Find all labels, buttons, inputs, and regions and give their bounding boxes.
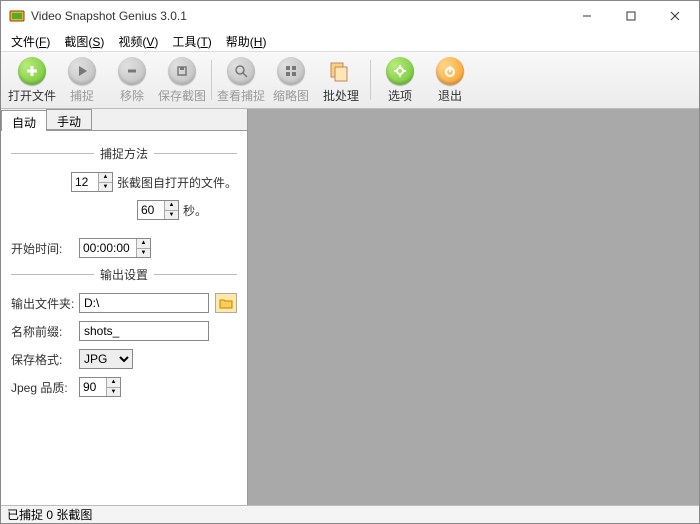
gear-icon: [386, 57, 414, 85]
spin-down[interactable]: ▼: [165, 211, 178, 220]
close-button[interactable]: [653, 2, 697, 30]
search-icon: [227, 57, 255, 85]
interval-spinner[interactable]: ▲▼: [137, 200, 179, 220]
minimize-button[interactable]: [565, 2, 609, 30]
prefix-row: 名称前缀:: [11, 321, 237, 341]
batch-icon: [327, 57, 355, 85]
preview-area: [248, 109, 699, 505]
toolbar-separator: [370, 60, 371, 100]
app-icon: [9, 8, 25, 24]
format-select[interactable]: JPG: [79, 349, 133, 369]
status-text: 已捕捉 0 张截图: [7, 506, 92, 523]
toolbar-separator: [211, 60, 212, 100]
spin-up[interactable]: ▲: [137, 239, 150, 249]
power-icon: [436, 57, 464, 85]
snapshot-count-suffix: 张截图自打开的文件。: [117, 174, 237, 191]
tab-manual[interactable]: 手动: [46, 109, 92, 130]
browse-folder-button[interactable]: [215, 293, 237, 313]
menubar: 文件(F) 截图(S) 视频(V) 工具(T) 帮助(H): [1, 31, 699, 51]
snapshot-count-spinner[interactable]: ▲▼: [71, 172, 113, 192]
content-area: 自动 手动 捕捉方法 ▲▼ 张截图自打开的文件。 ▲▼ 秒。: [1, 109, 699, 505]
window-title: Video Snapshot Genius 3.0.1: [31, 9, 565, 23]
spin-up[interactable]: ▲: [165, 201, 178, 211]
plus-icon: [18, 57, 46, 85]
maximize-button[interactable]: [609, 2, 653, 30]
menu-file[interactable]: 文件(F): [5, 31, 56, 52]
quality-label: Jpeg 品质:: [11, 379, 75, 396]
folder-icon: [219, 297, 233, 309]
thumbnails-button[interactable]: 缩略图: [266, 55, 316, 105]
statusbar: 已捕捉 0 张截图: [1, 505, 699, 523]
quality-spinner[interactable]: ▲▼: [79, 377, 121, 397]
prefix-input[interactable]: [79, 321, 209, 341]
output-folder-input[interactable]: [79, 293, 209, 313]
menu-video[interactable]: 视频(V): [112, 31, 164, 52]
save-icon: [168, 57, 196, 85]
spin-down[interactable]: ▼: [107, 388, 120, 397]
menu-tools[interactable]: 工具(T): [166, 31, 217, 52]
remove-button[interactable]: 移除: [107, 55, 157, 105]
capture-method-header: 捕捉方法: [11, 145, 237, 162]
capture-button[interactable]: 捕捉: [57, 55, 107, 105]
snapshot-count-input[interactable]: [72, 173, 98, 191]
auto-panel: 捕捉方法 ▲▼ 张截图自打开的文件。 ▲▼ 秒。 开始时间:: [1, 131, 247, 505]
spin-up[interactable]: ▲: [107, 378, 120, 388]
toolbar: 打开文件 捕捉 移除 保存截图 查看捕捉 缩略图 批处理 选项 退出: [1, 51, 699, 109]
batch-button[interactable]: 批处理: [316, 55, 366, 105]
output-header: 输出设置: [11, 266, 237, 283]
start-time-label: 开始时间:: [11, 240, 75, 257]
menu-snapshot[interactable]: 截图(S): [58, 31, 110, 52]
tab-auto[interactable]: 自动: [1, 110, 47, 131]
grid-icon: [277, 57, 305, 85]
start-time-input[interactable]: [80, 239, 136, 257]
menu-help[interactable]: 帮助(H): [220, 31, 273, 52]
spin-down[interactable]: ▼: [137, 249, 150, 258]
interval-row: ▲▼ 秒。: [11, 200, 237, 220]
open-file-button[interactable]: 打开文件: [7, 55, 57, 105]
view-capture-button[interactable]: 查看捕捉: [216, 55, 266, 105]
minus-icon: [118, 57, 146, 85]
format-label: 保存格式:: [11, 351, 75, 368]
spin-down[interactable]: ▼: [99, 183, 112, 192]
titlebar: Video Snapshot Genius 3.0.1: [1, 1, 699, 31]
exit-button[interactable]: 退出: [425, 55, 475, 105]
format-row: 保存格式: JPG: [11, 349, 237, 369]
output-folder-label: 输出文件夹:: [11, 295, 75, 312]
output-folder-row: 输出文件夹:: [11, 293, 237, 313]
sidebar-tabs: 自动 手动: [1, 109, 247, 131]
start-time-spinner[interactable]: ▲▼: [79, 238, 151, 258]
snapshot-count-row: ▲▼ 张截图自打开的文件。: [11, 172, 237, 192]
interval-suffix: 秒。: [183, 202, 207, 219]
quality-row: Jpeg 品质: ▲▼: [11, 377, 237, 397]
quality-input[interactable]: [80, 378, 106, 396]
options-button[interactable]: 选项: [375, 55, 425, 105]
save-snapshot-button[interactable]: 保存截图: [157, 55, 207, 105]
play-icon: [68, 57, 96, 85]
spin-up[interactable]: ▲: [99, 173, 112, 183]
settings-sidebar: 自动 手动 捕捉方法 ▲▼ 张截图自打开的文件。 ▲▼ 秒。: [1, 109, 248, 505]
prefix-label: 名称前缀:: [11, 323, 75, 340]
start-time-row: 开始时间: ▲▼: [11, 238, 237, 258]
interval-input[interactable]: [138, 201, 164, 219]
